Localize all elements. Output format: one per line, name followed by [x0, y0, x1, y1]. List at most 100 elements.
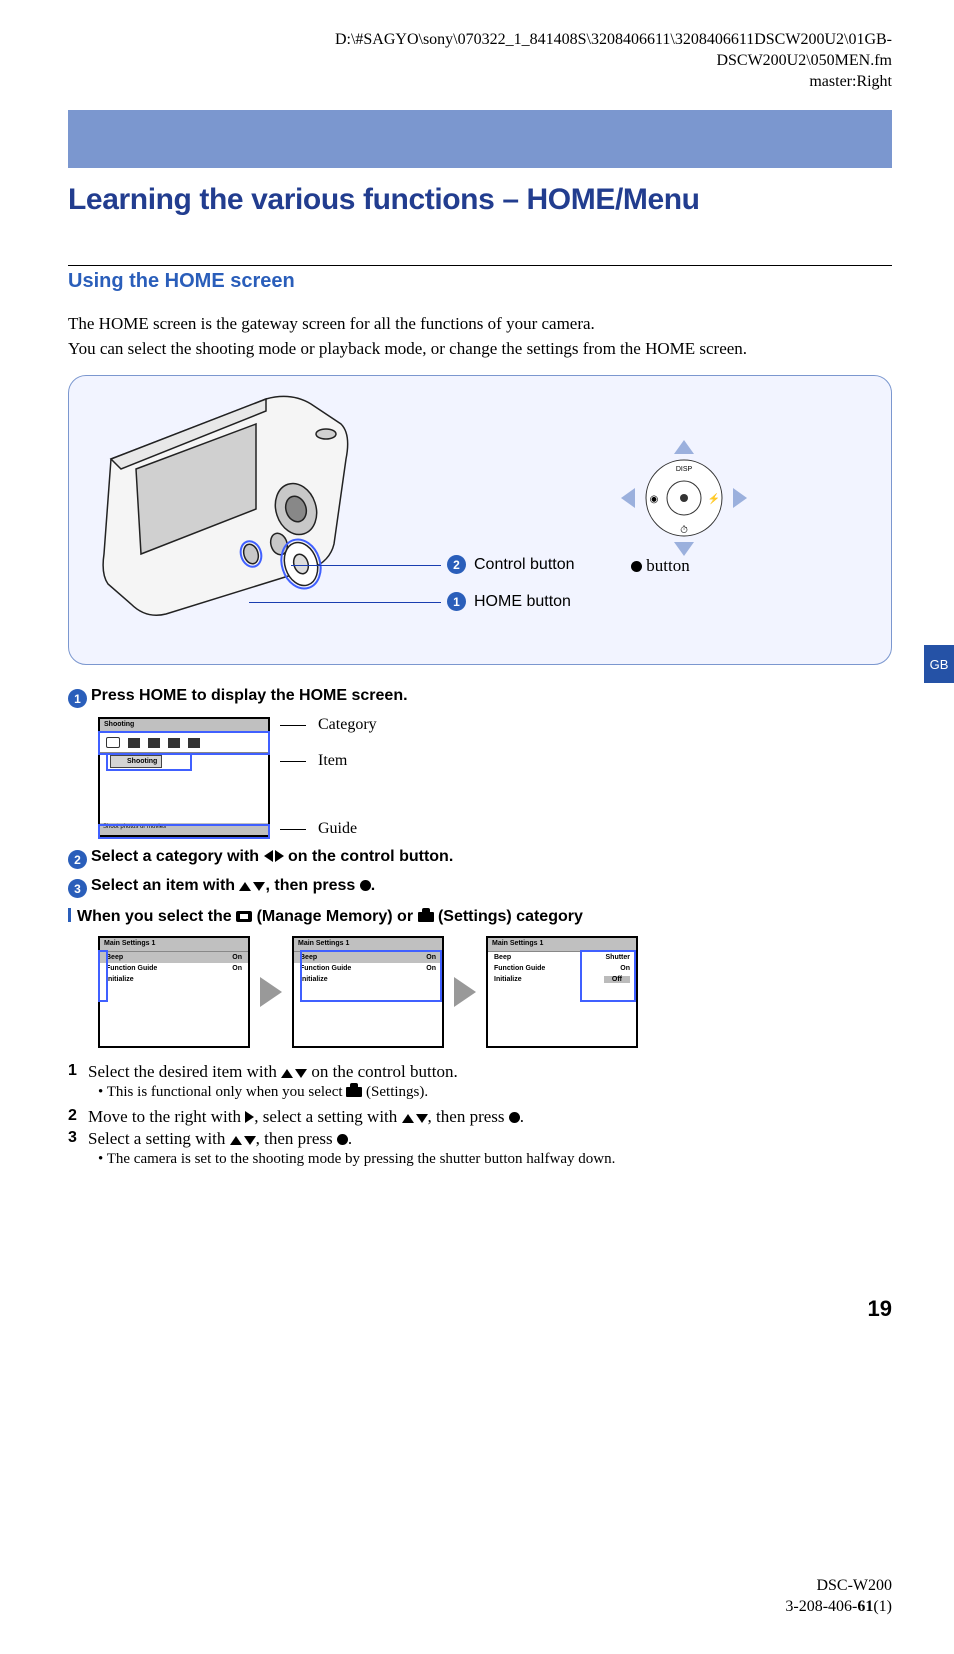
step-text: Select a category with on the control bu…: [91, 848, 453, 866]
camera-illustration: [96, 389, 356, 619]
sub-step-2: 2 Move to the right with , select a sett…: [68, 1107, 892, 1127]
t: , then press: [256, 1129, 337, 1148]
v: On: [232, 954, 242, 961]
home-screen-preview: Shooting Shooting Shoot photos or movies: [98, 717, 270, 837]
t: Select a category with: [91, 848, 264, 865]
doc-number-rev: 61: [857, 1598, 873, 1615]
guide-highlight: [98, 824, 270, 839]
v: On: [232, 965, 242, 972]
ms-row-fg: Function Guide On: [100, 963, 248, 974]
t: (Manage Memory) or: [252, 908, 417, 925]
up-down-arrow-icon: [230, 1129, 256, 1148]
t: Select a setting with: [88, 1129, 230, 1148]
circled-2-icon: 2: [447, 555, 466, 574]
bullet-note: • The camera is set to the shooting mode…: [98, 1151, 892, 1168]
manage-memory-icon: [236, 911, 252, 922]
step-number: 2: [68, 1107, 82, 1127]
label-item: Item: [318, 752, 347, 770]
circled-3-icon: 3: [68, 879, 87, 898]
t: on the control button.: [307, 1062, 458, 1081]
numbered-steps: 1 Select the desired item with on the co…: [68, 1062, 892, 1168]
intro-para-1: The HOME screen is the gateway screen fo…: [68, 313, 892, 336]
svg-text:⏱: ⏱: [680, 525, 688, 536]
step-3: 3 Select an item with , then press .: [68, 877, 892, 898]
sub-step-3: 3 Select a setting with , then press .: [68, 1129, 892, 1149]
circled-1-icon: 1: [68, 689, 87, 708]
settings-screen-3: Main Settings 1 BeepShutter Function Gui…: [486, 936, 638, 1048]
anno-leader: [280, 725, 306, 726]
sub-heading: When you select the (Manage Memory) or (…: [68, 908, 892, 926]
callout-line: [249, 602, 441, 603]
svg-text:◉: ◉: [650, 494, 659, 505]
step-body: Move to the right with , select a settin…: [88, 1107, 524, 1127]
l: Beep: [494, 954, 511, 961]
left-right-arrow-icon: [264, 848, 284, 865]
t: , then press: [265, 877, 359, 894]
item-highlight: [106, 753, 192, 771]
step-number: 3: [68, 1129, 82, 1149]
t: Select an item with: [91, 877, 239, 894]
right-arrow-icon: [245, 1111, 254, 1123]
control-button-diagram: DISP ⏱ ◉ ⚡: [619, 438, 749, 558]
settings-screen-2: Main Settings 1 BeepOn Function GuideOn …: [292, 936, 444, 1048]
t: • This is functional only when you selec…: [98, 1084, 346, 1100]
l: Function Guide: [106, 965, 157, 972]
settings-icon: [346, 1087, 362, 1097]
l: Initialize: [106, 976, 134, 983]
page-title: Learning the various functions – HOME/Me…: [68, 183, 892, 217]
l: Beep: [106, 954, 123, 961]
section-heading: Using the HOME screen: [68, 270, 892, 293]
annotation-labels: Category Item Guide: [280, 716, 377, 838]
button-text: button: [646, 556, 689, 575]
up-down-arrow-icon: [281, 1062, 307, 1081]
t: , select a setting with: [254, 1107, 401, 1126]
file-path: D:\#SAGYO\sony\070322_1_841408S\32084066…: [62, 30, 892, 92]
callout-home-button: 1 HOME button: [447, 592, 571, 611]
language-tab: GB: [924, 645, 954, 683]
footer: DSC-W200 3-208-406-61(1): [785, 1576, 892, 1618]
disp-label: DISP: [676, 466, 693, 473]
settings-screen-1: Main Settings 1 BeepOn Function GuideOn …: [98, 936, 250, 1048]
category-highlight: [98, 731, 270, 755]
t: , then press: [428, 1107, 509, 1126]
side-highlight: [98, 950, 108, 1002]
label-category: Category: [318, 716, 377, 734]
ms-row-init: Initialize: [100, 974, 248, 985]
anno-leader: [280, 761, 306, 762]
values-highlight: [580, 950, 636, 1002]
model-number: DSC-W200: [816, 1577, 892, 1594]
chapter-banner: [68, 110, 892, 168]
bullet-note: • This is functional only when you selec…: [98, 1084, 892, 1101]
items-highlight: [300, 950, 442, 1002]
step-text: Select an item with , then press .: [91, 877, 375, 895]
dot-icon: [360, 880, 371, 891]
t: (Settings) category: [434, 908, 583, 925]
t: .: [520, 1107, 524, 1126]
t: on the control button.: [284, 848, 454, 865]
callout-line: [291, 565, 441, 566]
divider: [68, 265, 892, 266]
doc-number-pre: 3-208-406-: [785, 1598, 857, 1615]
circled-2-icon: 2: [68, 850, 87, 869]
label-guide: Guide: [318, 820, 357, 838]
t: Select the desired item with: [88, 1062, 281, 1081]
step-1: 1 Press HOME to display the HOME screen.: [68, 687, 892, 708]
t: When you select the: [77, 908, 236, 925]
dot-icon: [337, 1134, 348, 1145]
ms-header: Main Settings 1: [100, 938, 248, 952]
t: Move to the right with: [88, 1107, 245, 1126]
circled-1-icon: 1: [447, 592, 466, 611]
t: .: [371, 877, 375, 894]
step-number: 1: [68, 1062, 82, 1082]
t: .: [348, 1129, 352, 1148]
arrow-right-icon: [260, 977, 282, 1007]
t: (Settings).: [362, 1084, 428, 1100]
ms-row-beep: Beep On: [100, 952, 248, 963]
sub-step-1: 1 Select the desired item with on the co…: [68, 1062, 892, 1082]
center-button-label: button: [631, 556, 690, 576]
heading-bar-icon: [68, 908, 71, 922]
path-line-1: D:\#SAGYO\sony\070322_1_841408S\32084066…: [335, 31, 892, 48]
up-down-arrow-icon: [402, 1107, 428, 1126]
step-body: Select the desired item with on the cont…: [88, 1062, 458, 1082]
callout-label: HOME button: [474, 593, 571, 611]
